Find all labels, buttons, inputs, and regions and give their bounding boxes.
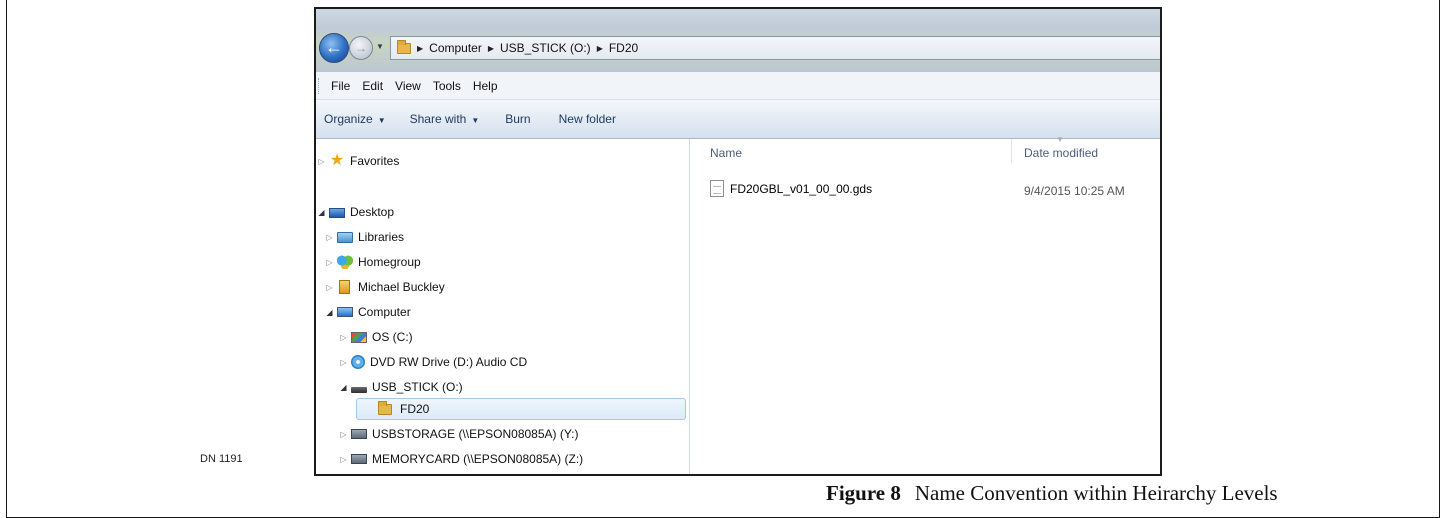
tree-item-label: Favorites <box>350 154 400 168</box>
network-drive-icon <box>351 454 367 464</box>
collapse-arrow-icon[interactable]: ◢ <box>338 383 349 392</box>
chevron-down-icon: ▼ <box>377 116 386 125</box>
file-date-modified: 9/4/2015 10:25 AM <box>1024 184 1125 198</box>
menu-view[interactable]: View <box>389 79 427 93</box>
menu-edit[interactable]: Edit <box>356 79 389 93</box>
document-number: DN 1191 <box>200 453 243 465</box>
expand-arrow-icon[interactable]: ▷ <box>324 233 335 242</box>
tree-item-label: Computer <box>358 305 411 319</box>
tree-item-drive-o[interactable]: ◢ USB_STICK (O:) <box>338 376 463 398</box>
folder-icon <box>378 400 392 415</box>
share-with-button[interactable]: Share with ▼ <box>410 112 480 126</box>
tree-item-desktop[interactable]: ◢ Desktop <box>316 201 394 223</box>
tree-item-computer[interactable]: ◢ Computer <box>324 301 411 323</box>
menu-grip <box>318 77 321 94</box>
tree-item-drive-z[interactable]: ▷ MEMORYCARD (\\EPSON08085A) (Z:) <box>338 448 583 470</box>
hard-drive-icon <box>351 331 367 343</box>
expand-arrow-icon[interactable]: ▷ <box>316 157 327 166</box>
breadcrumb-computer[interactable]: Computer <box>429 41 482 55</box>
menu-tools[interactable]: Tools <box>427 79 467 93</box>
column-header-date-modified[interactable]: Date modified <box>1024 146 1098 160</box>
share-with-label: Share with <box>409 112 467 126</box>
expand-arrow-icon[interactable]: ▷ <box>324 283 335 292</box>
breadcrumb-fd20[interactable]: FD20 <box>609 41 638 55</box>
collapse-arrow-icon[interactable]: ◢ <box>324 308 335 317</box>
tree-item-libraries[interactable]: ▷ Libraries <box>324 226 404 248</box>
tree-item-label: USB_STICK (O:) <box>372 380 463 394</box>
column-header-name[interactable]: Name <box>710 146 742 160</box>
expand-arrow-icon[interactable]: ▷ <box>338 333 349 342</box>
figure-title: Name Convention within Heirarchy Levels <box>914 481 1278 505</box>
libraries-icon <box>337 231 353 243</box>
tree-item-user[interactable]: ▷ Michael Buckley <box>324 276 445 298</box>
sort-caret-icon: ▼ <box>1056 135 1064 144</box>
file-name: FD20GBL_v01_00_00.gds <box>730 181 873 196</box>
tree-item-drive-y[interactable]: ▷ USBSTORAGE (\\EPSON08085A) (Y:) <box>338 423 579 445</box>
explorer-window: ← → ▼ ▶ Computer ▶ USB_STICK (O:) ▶ FD20… <box>314 7 1162 476</box>
forward-arrow-icon[interactable]: → <box>349 36 373 60</box>
tree-item-favorites[interactable]: ▷ ★ Favorites <box>316 150 399 172</box>
chevron-down-icon: ▼ <box>471 116 480 125</box>
file-list[interactable]: Name ▼ Date modified FD20GBL_v01_00_00.g… <box>690 135 1160 474</box>
file-row[interactable]: FD20GBL_v01_00_00.gds <box>710 180 872 197</box>
breadcrumb-separator-icon[interactable]: ▶ <box>417 44 423 53</box>
tree-item-fd20[interactable]: FD20 <box>356 398 686 420</box>
computer-icon <box>337 307 353 317</box>
tree-item-label: Michael Buckley <box>358 280 445 294</box>
expand-arrow-icon[interactable]: ▷ <box>324 258 335 267</box>
breadcrumb-separator-icon[interactable]: ▶ <box>488 44 494 53</box>
column-divider[interactable] <box>1011 139 1012 163</box>
tree-item-label: MEMORYCARD (\\EPSON08085A) (Z:) <box>372 452 584 466</box>
tree-item-drive-d[interactable]: ▷ DVD RW Drive (D:) Audio CD <box>338 351 527 373</box>
dvd-drive-icon <box>351 355 365 369</box>
menu-bar: File Edit View Tools Help <box>316 72 1160 100</box>
tree-item-label: DVD RW Drive (D:) Audio CD <box>370 355 528 369</box>
organize-label: Organize <box>324 112 373 126</box>
tree-item-label: FD20 <box>400 402 430 416</box>
usb-drive-icon <box>351 387 367 393</box>
navigation-pane[interactable]: ▷ ★ Favorites ◢ Desktop ▷ Libraries ▷ Ho… <box>316 139 690 474</box>
expand-arrow-icon[interactable]: ▷ <box>338 455 349 464</box>
back-arrow-icon[interactable]: ← <box>319 33 349 63</box>
figure-caption: Figure 8 Name Convention within Heirarchy… <box>826 481 1278 506</box>
star-icon: ★ <box>329 152 345 169</box>
tree-item-label: OS (C:) <box>372 330 413 344</box>
expand-arrow-icon[interactable]: ▷ <box>338 358 349 367</box>
menu-help[interactable]: Help <box>467 79 504 93</box>
tree-item-drive-c[interactable]: ▷ OS (C:) <box>338 326 413 348</box>
menu-file[interactable]: File <box>325 79 356 93</box>
tree-item-homegroup[interactable]: ▷ Homegroup <box>324 251 421 273</box>
tree-item-label: USBSTORAGE (\\EPSON08085A) (Y:) <box>372 427 579 441</box>
address-bar-area: ← → ▼ ▶ Computer ▶ USB_STICK (O:) ▶ FD20 <box>316 9 1160 72</box>
breadcrumb-separator-icon[interactable]: ▶ <box>597 44 603 53</box>
desktop-icon <box>329 208 345 218</box>
folder-icon <box>397 39 411 54</box>
tree-item-label: Libraries <box>358 230 405 244</box>
network-drive-icon <box>351 429 367 439</box>
new-folder-button[interactable]: New folder <box>559 112 616 126</box>
collapse-arrow-icon[interactable]: ◢ <box>316 208 327 217</box>
recent-pages-chevron-icon[interactable]: ▼ <box>376 42 384 51</box>
address-box[interactable]: ▶ Computer ▶ USB_STICK (O:) ▶ FD20 <box>390 36 1160 60</box>
tree-item-label: Homegroup <box>358 255 421 269</box>
file-icon <box>710 180 724 197</box>
user-folder-icon <box>339 280 350 294</box>
tree-item-label: Desktop <box>350 205 395 219</box>
expand-arrow-icon[interactable]: ▷ <box>338 430 349 439</box>
figure-number: Figure 8 <box>826 481 901 505</box>
homegroup-icon <box>337 255 353 269</box>
breadcrumb-usb-stick[interactable]: USB_STICK (O:) <box>500 41 591 55</box>
organize-button[interactable]: Organize ▼ <box>324 112 386 126</box>
burn-button[interactable]: Burn <box>505 112 530 126</box>
command-toolbar: Organize ▼ Share with ▼ Burn New folder <box>316 100 1160 139</box>
